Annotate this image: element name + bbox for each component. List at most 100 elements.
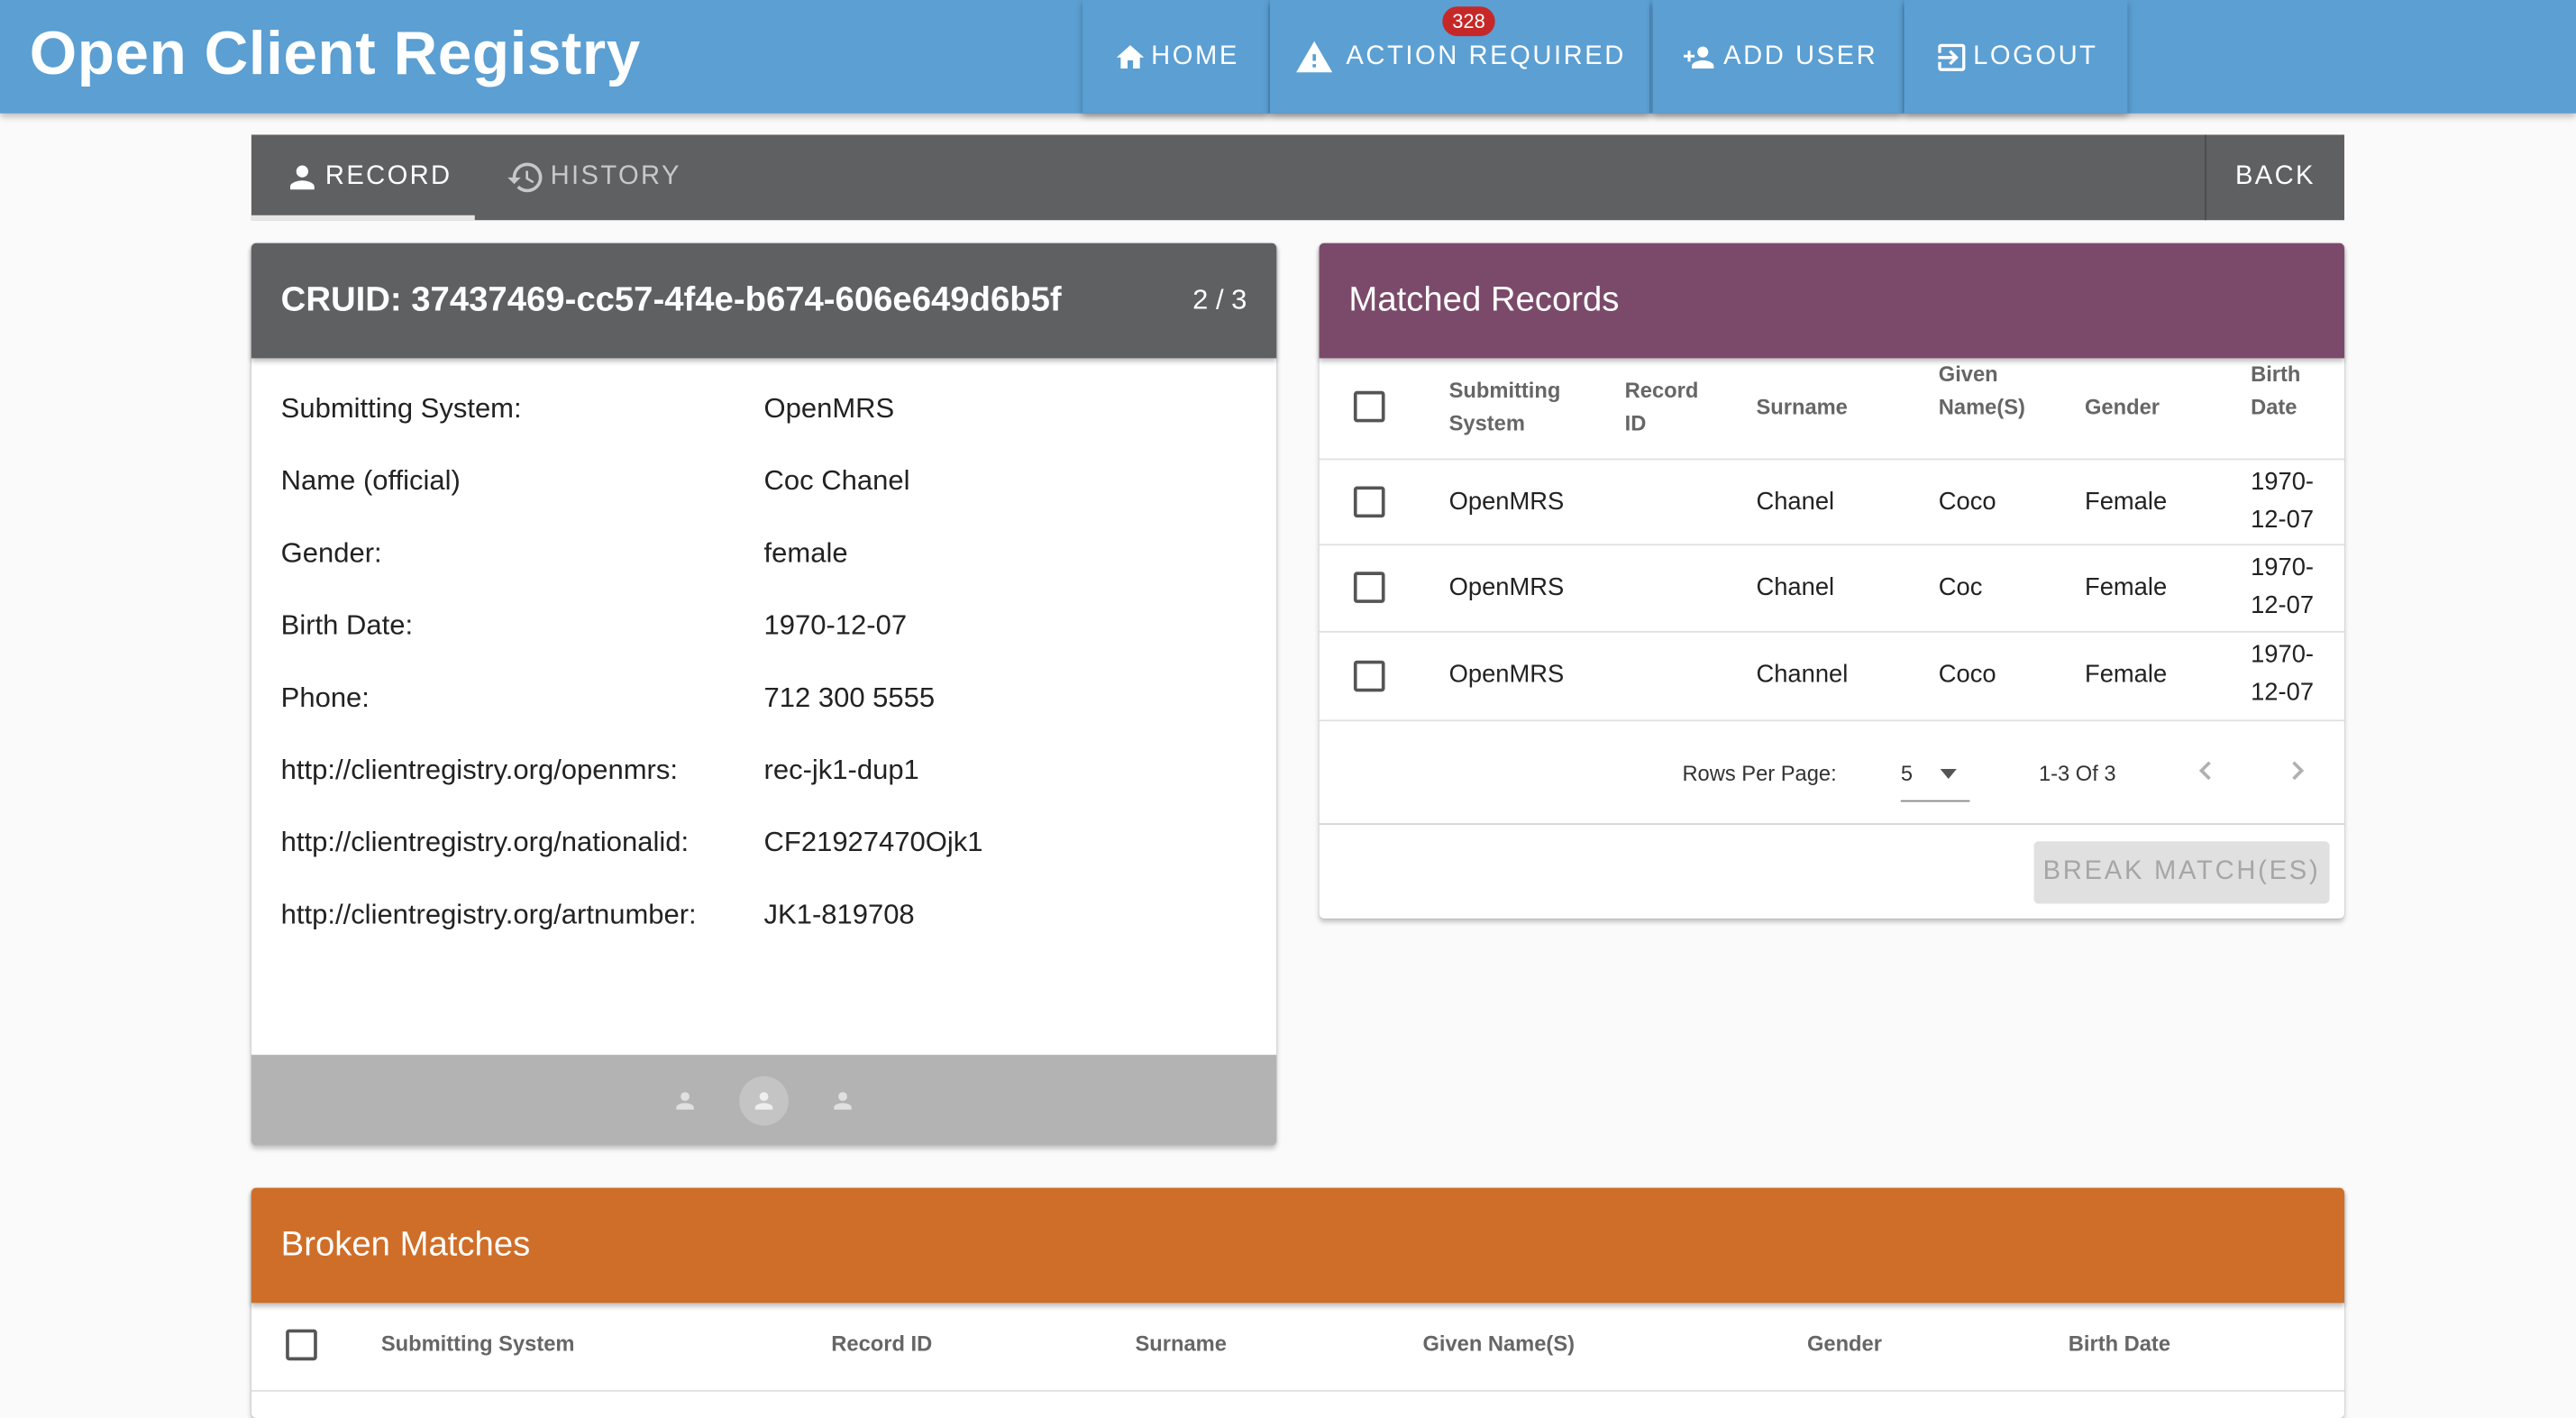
birth-date-line: 12-07 [2251,506,2315,535]
active-tab-indicator [251,215,475,221]
field-label: Gender: [280,537,382,569]
column-header-line: System [1448,410,1525,436]
pagination-range: 1-3 Of 3 [2038,760,2116,786]
logout-label: LOGOUT [1973,41,2098,70]
column-header-surname[interactable]: Surname [1756,391,1847,424]
cell-birth-date: 1970- 12-07 [2251,636,2314,711]
broken-matches-title: Broken Matches [280,1225,531,1264]
field-label: http://clientregistry.org/openmrs: [280,754,678,786]
cell-surname: Chanel [1756,488,1835,517]
column-header-surname[interactable]: Surname [1135,1328,1226,1360]
field-label: http://clientregistry.org/nationalid: [280,826,690,858]
column-header-record-id[interactable]: Record ID [1625,375,1699,441]
field-value: 712 300 5555 [763,682,936,714]
cell-system: OpenMRS [1448,660,1565,689]
field-value: Coc Chanel [763,464,910,497]
select-all-checkbox[interactable] [1353,390,1385,423]
column-header-given-names[interactable]: Given Name(S) [1422,1328,1575,1360]
divider [251,1390,2344,1392]
person-icon [676,1092,694,1110]
break-matches-button[interactable]: BREAK MATCH(ES) [2033,841,2330,904]
history-icon [507,162,543,193]
cell-gender: Female [2085,660,2168,689]
field-row: Phone: 712 300 5555 [281,682,1250,718]
app-title: Open Client Registry [29,19,641,87]
column-header-submitting-system[interactable]: Submitting System [1449,375,1561,441]
dropdown-caret-icon [1940,769,1957,779]
column-header-given-names[interactable]: Given Name(S) [1939,358,2025,424]
tab-bar: RECORD HISTORY BACK [251,134,2344,221]
stepper-dot-1[interactable] [661,1076,710,1126]
field-row: http://clientregistry.org/openmrs: rec-j… [281,755,1250,791]
cell-surname: Channel [1756,660,1849,689]
cell-gender: Female [2085,573,2168,602]
field-value: rec-jk1-dup1 [763,754,919,786]
next-page-button[interactable] [2280,755,2313,787]
column-header-birth-date[interactable]: Birth Date [2251,358,2300,424]
row-checkbox[interactable] [1353,660,1385,692]
column-header-record-id[interactable]: Record ID [831,1328,932,1360]
stepper-dot-2[interactable] [739,1075,789,1126]
divider [1319,458,2344,461]
record-pager: 2 / 3 [1192,284,1247,316]
cell-gender: Female [2085,488,2168,517]
back-button[interactable]: BACK [2205,134,2344,221]
logout-icon [1938,42,1966,70]
action-count-badge: 328 [1442,6,1495,37]
home-icon [1116,44,1144,69]
column-header-gender[interactable]: Gender [1807,1328,1882,1360]
birth-date-line: 12-07 [2251,591,2315,620]
field-label: Submitting System: [280,392,522,425]
add-user-button[interactable]: ADD USER [1652,0,1903,114]
row-checkbox[interactable] [1353,572,1385,603]
rows-per-page-label: Rows Per Page: [1682,760,1837,786]
birth-date-line: 1970- [2251,640,2315,669]
column-header-line: Name(S) [1938,394,2025,419]
divider [1319,630,2344,633]
matched-records-header: Matched Records [1319,242,2344,359]
column-header-gender[interactable]: Gender [2085,391,2160,424]
broken-matches-header: Broken Matches [251,1187,2344,1304]
tab-record[interactable]: RECORD [284,134,452,220]
chevron-left-icon [2198,761,2211,781]
column-header-submitting-system[interactable]: Submitting System [381,1328,575,1360]
cell-system: OpenMRS [1448,573,1565,602]
home-label: HOME [1151,41,1239,70]
field-row: Gender: female [281,537,1250,573]
field-value: female [763,537,848,569]
column-header-birth-date[interactable]: Birth Date [2069,1328,2170,1360]
birth-date-line: 1970- [2251,468,2315,497]
home-button[interactable]: HOME [1082,0,1269,114]
cell-birth-date: 1970- 12-07 [2251,549,2314,625]
cell-given: Coco [1938,488,1996,517]
field-row: Birth Date: 1970-12-07 [281,609,1250,645]
action-required-label: ACTION REQUIRED [1346,41,1626,70]
record-card: CRUID: 37437469-cc57-4f4e-b674-606e649d6… [251,242,1277,1146]
tab-history-label: HISTORY [550,162,681,191]
field-label: Name (official) [280,464,461,497]
divider [1319,823,2344,825]
field-value: 1970-12-07 [763,609,908,641]
column-header-line: ID [1624,410,1647,436]
record-header: CRUID: 37437469-cc57-4f4e-b674-606e649d6… [251,242,1277,359]
matched-records-card: Matched Records Submitting System Record… [1319,242,2344,919]
select-all-checkbox[interactable] [286,1329,317,1361]
cell-surname: Chanel [1756,573,1835,602]
field-row: Name (official) Coc Chanel [281,465,1250,501]
cell-given: Coco [1938,660,1996,689]
cell-birth-date: 1970- 12-07 [2251,463,2314,539]
divider [1319,719,2344,722]
birth-date-line: 1970- [2251,553,2315,582]
field-value: CF21927470Ojk1 [763,826,983,858]
app-bar: Open Client Registry HOME ACTION REQUIRE… [0,0,2576,114]
rows-per-page-select[interactable]: 5 [1900,747,1970,802]
stepper-dot-3[interactable] [818,1076,868,1126]
previous-page-button[interactable] [2190,755,2223,787]
cell-system: OpenMRS [1448,488,1565,517]
person-icon [290,165,315,190]
tab-history[interactable]: HISTORY [506,134,681,220]
logout-button[interactable]: LOGOUT [1904,0,2128,114]
divider [1319,544,2344,546]
tab-record-label: RECORD [324,162,452,191]
row-checkbox[interactable] [1353,486,1385,518]
